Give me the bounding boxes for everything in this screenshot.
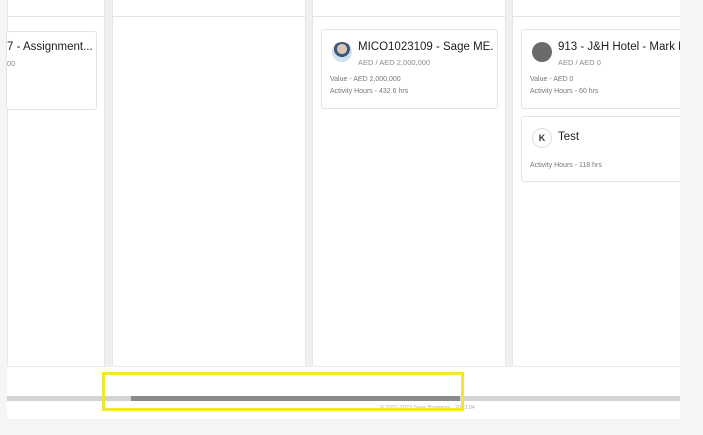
deal-card-title: 913 - J&H Hotel - Mark H... (558, 41, 684, 53)
pipeline-column-2 (112, 0, 306, 366)
pipeline-column-3: MICO1023109 - Sage ME... AED / AED 2,000… (312, 0, 506, 366)
deal-card[interactable]: 7 - Assignment... 00 (6, 31, 97, 110)
deal-card[interactable]: MICO1023109 - Sage ME... AED / AED 2,000… (321, 29, 498, 109)
pipeline-column-4: 913 - J&H Hotel - Mark H... AED / AED 0 … (512, 0, 692, 366)
deal-card[interactable]: K Test Activity Hours - 118 hrs (521, 116, 686, 182)
pipeline-column-1: 7 - Assignment... 00 (6, 0, 105, 366)
deal-card-activity-hours: Activity Hours - 60 hrs (530, 88, 599, 95)
deal-card-amount: AED / AED 0 (558, 58, 601, 67)
column-header-divider (8, 16, 104, 17)
owner-avatar-photo (332, 42, 352, 62)
highlight-box (102, 372, 464, 411)
deal-card-title: 7 - Assignment... (7, 41, 93, 53)
deal-card-value: Value - AED 0 (530, 76, 574, 83)
deal-card-title: MICO1023109 - Sage ME... (358, 41, 494, 53)
deal-card-amount: 00 (7, 59, 16, 68)
pipeline-board-view: 7 - Assignment... 00 MICO1023109 - Sage … (0, 0, 703, 435)
deal-card-value: Value - AED 2,000,000 (330, 76, 401, 83)
column-header-divider (513, 16, 691, 17)
column-header-divider (113, 16, 305, 17)
deal-card-activity-hours: Activity Hours - 118 hrs (530, 162, 602, 169)
deal-card[interactable]: 913 - J&H Hotel - Mark H... AED / AED 0 … (521, 29, 686, 109)
kanban-board: 7 - Assignment... 00 MICO1023109 - Sage … (6, 0, 692, 366)
deal-card-title: Test (558, 131, 580, 143)
column-header-divider (313, 16, 505, 17)
deal-card-activity-hours: Activity Hours - 432.6 hrs (330, 88, 409, 95)
owner-initial-avatar: K (532, 128, 552, 148)
owner-avatar (532, 42, 552, 62)
deal-card-amount: AED / AED 2,000,000 (358, 58, 431, 67)
page-right-margin (680, 0, 703, 435)
